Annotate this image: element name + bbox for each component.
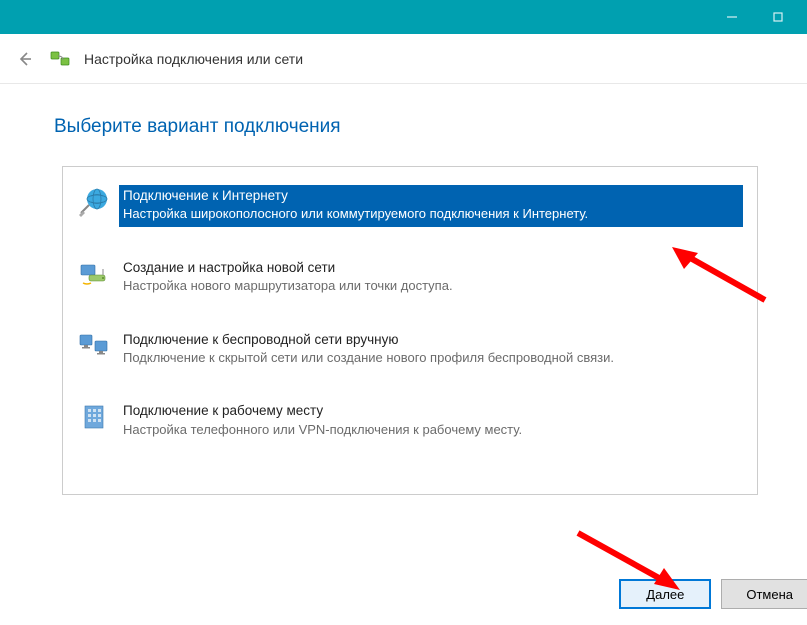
titlebar (0, 0, 807, 34)
maximize-button[interactable] (755, 2, 801, 32)
back-button[interactable] (14, 48, 36, 70)
building-icon (77, 400, 111, 434)
network-setup-icon (50, 49, 70, 69)
header-title: Настройка подключения или сети (84, 51, 303, 67)
option-title: Подключение к рабочему месту (123, 402, 737, 420)
option-title: Подключение к беспроводной сети вручную (123, 331, 737, 349)
header-bar: Настройка подключения или сети (0, 34, 807, 84)
option-desc: Подключение к скрытой сети или создание … (123, 349, 737, 367)
option-wireless-manual[interactable]: Подключение к беспроводной сети вручную … (71, 323, 749, 377)
monitors-icon (77, 329, 111, 363)
option-internet-connection[interactable]: Подключение к Интернету Настройка широко… (71, 179, 749, 233)
option-title: Создание и настройка новой сети (123, 259, 737, 277)
option-title: Подключение к Интернету (123, 187, 737, 205)
option-desc: Настройка нового маршрутизатора или точк… (123, 277, 737, 295)
option-create-network[interactable]: Создание и настройка новой сети Настройк… (71, 251, 749, 305)
button-bar: Далее Отмена (619, 579, 807, 609)
options-list: Подключение к Интернету Настройка широко… (62, 166, 758, 495)
option-desc: Настройка широкополосного или коммутируе… (123, 205, 737, 223)
next-button[interactable]: Далее (619, 579, 711, 609)
option-workplace[interactable]: Подключение к рабочему месту Настройка т… (71, 394, 749, 448)
cancel-button[interactable]: Отмена (721, 579, 807, 609)
router-icon (77, 257, 111, 291)
minimize-button[interactable] (709, 2, 755, 32)
page-heading: Выберите вариант подключения (54, 116, 757, 138)
wizard-window: Настройка подключения или сети Выберите … (0, 0, 807, 625)
content-area: Выберите вариант подключения Подключение… (0, 84, 807, 495)
globe-icon (77, 185, 111, 219)
option-desc: Настройка телефонного или VPN-подключени… (123, 421, 737, 439)
